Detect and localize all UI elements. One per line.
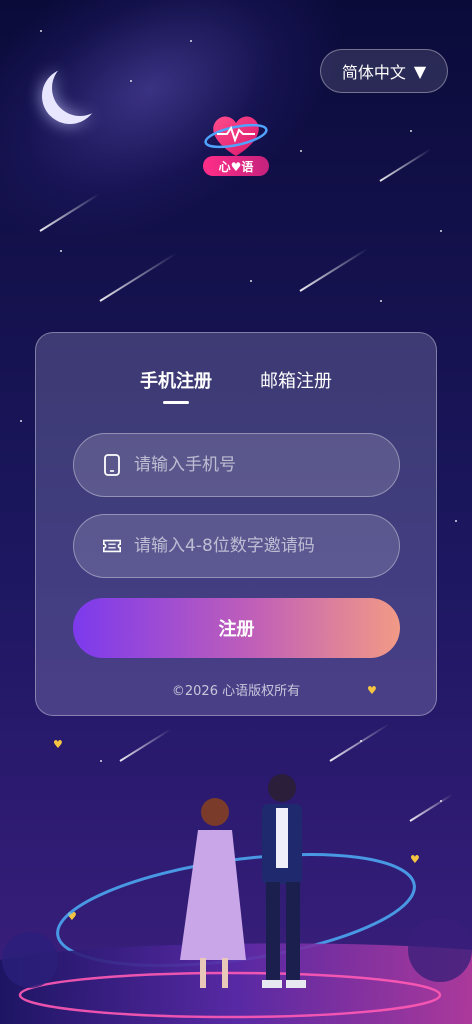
logo-text: 心♥语 — [203, 156, 269, 176]
couple-illustration — [0, 774, 472, 1024]
active-tab-indicator — [163, 401, 189, 404]
invite-code-input[interactable] — [132, 535, 376, 557]
language-label: 简体中文 — [341, 63, 406, 82]
milky-way — [0, 0, 397, 304]
phone-input[interactable] — [132, 454, 376, 476]
phone-icon — [102, 453, 122, 477]
ticket-icon — [102, 534, 122, 558]
phone-field[interactable] — [73, 433, 400, 497]
register-card: 手机注册 邮箱注册 注册 ©2026 心语版权所有 — [35, 332, 437, 716]
heart-icon: ♥ — [367, 684, 377, 697]
tab-phone-register[interactable]: 手机注册 — [140, 367, 212, 404]
moon-icon — [52, 60, 108, 116]
tab-email-register[interactable]: 邮箱注册 — [260, 367, 332, 393]
app-logo: 心♥语 — [203, 108, 269, 176]
invite-code-field[interactable] — [73, 514, 400, 578]
register-button[interactable]: 注册 — [73, 598, 400, 658]
heart-icon: ♥ — [53, 738, 63, 751]
register-tabs: 手机注册 邮箱注册 — [36, 367, 436, 404]
language-selector[interactable]: 简体中文 ▼ — [320, 49, 448, 93]
triangle-down-icon: ▼ — [413, 61, 427, 81]
